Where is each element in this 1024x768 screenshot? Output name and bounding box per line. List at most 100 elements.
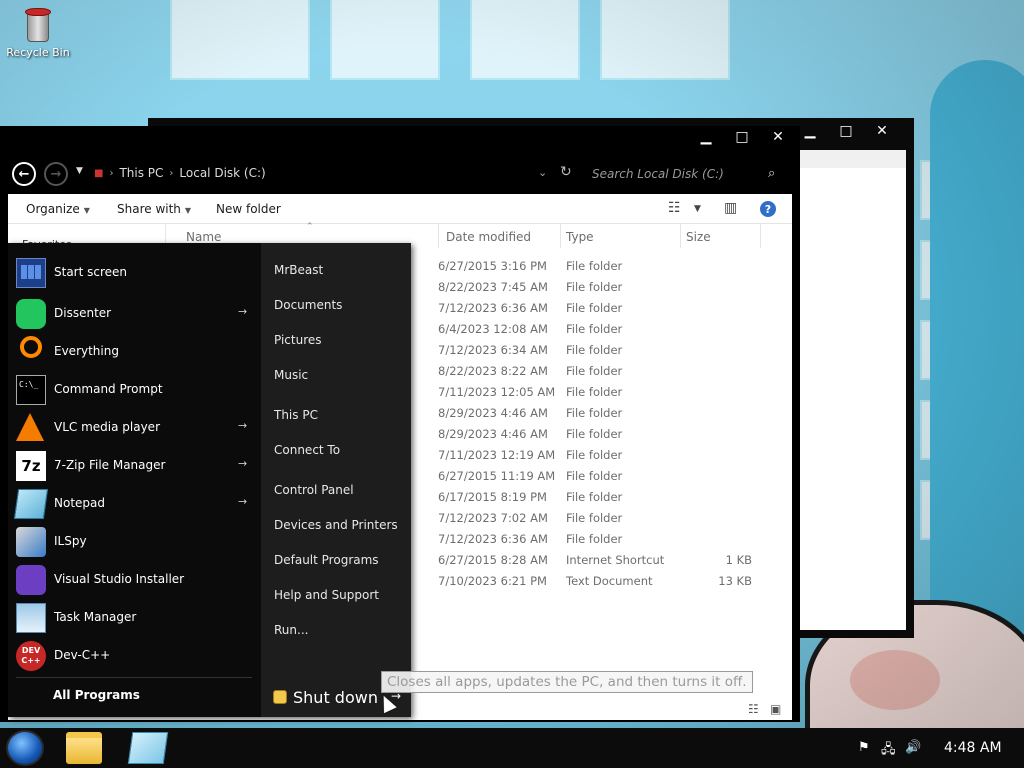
file-row[interactable]: 7/12/2023 6:36 AM File folder [438, 529, 778, 550]
type-cell: File folder [566, 280, 623, 294]
7zip-icon: 7z [16, 451, 46, 481]
breadcrumb-local-disk[interactable]: Local Disk (C:) [179, 166, 265, 180]
forward-button[interactable]: → [44, 162, 68, 186]
maximize-button[interactable]: □ [828, 120, 864, 142]
date-modified-cell: 6/27/2015 11:19 AM [438, 469, 556, 483]
file-row[interactable]: 8/29/2023 4:46 AM File folder [438, 424, 778, 445]
start-menu-item-7-zip-file-manager[interactable]: 7z 7-Zip File Manager → [12, 448, 256, 484]
new-folder-button[interactable]: New folder [216, 202, 281, 216]
start-menu-place-this-pc[interactable]: This PC [274, 408, 318, 422]
column-header-size[interactable]: Size [686, 230, 711, 244]
start-menu-item-label: Visual Studio Installer [54, 572, 185, 586]
breadcrumb-this-pc[interactable]: This PC [119, 166, 163, 180]
file-row[interactable]: 6/27/2015 8:28 AM Internet Shortcut 1 KB [438, 550, 778, 571]
change-view-icon[interactable]: ☷ [668, 200, 681, 216]
search-icon[interactable]: ⌕ [768, 166, 775, 181]
file-row[interactable]: 6/27/2015 3:16 PM File folder [438, 256, 778, 277]
start-menu-item-start-screen[interactable]: Start screen [12, 255, 256, 291]
preview-pane-icon[interactable]: ▥ [724, 200, 737, 216]
start-menu-item-everything[interactable]: Everything [12, 334, 256, 370]
maximize-button[interactable]: □ [724, 126, 760, 148]
file-row[interactable]: 8/22/2023 8:22 AM File folder [438, 361, 778, 382]
action-center-flag-icon[interactable]: ⚑ [858, 740, 870, 755]
share-with-button[interactable]: Share with ▼ [117, 202, 191, 216]
start-menu-place-help-and-support[interactable]: Help and Support [274, 588, 379, 602]
date-modified-cell: 7/11/2023 12:19 AM [438, 448, 556, 462]
network-icon[interactable]: 🖧 [881, 740, 896, 762]
jump-list-arrow-icon[interactable]: → [238, 495, 247, 508]
taskbar-clock[interactable]: 4:48 AM [944, 740, 1002, 756]
file-row[interactable]: 7/11/2023 12:19 AM File folder [438, 445, 778, 466]
file-row[interactable]: 7/10/2023 6:21 PM Text Document 13 KB [438, 571, 778, 592]
start-menu-place-devices-and-printers[interactable]: Devices and Printers [274, 518, 398, 532]
large-icons-view-icon[interactable]: ▣ [770, 702, 781, 716]
shut-down-button[interactable]: Shut down [273, 684, 378, 710]
start-menu-item-label: ILSpy [54, 534, 87, 548]
file-explorer-icon[interactable] [66, 732, 102, 764]
file-row[interactable]: 6/27/2015 11:19 AM File folder [438, 466, 778, 487]
volume-icon[interactable]: 🔊 [905, 740, 921, 755]
file-row[interactable]: 7/12/2023 7:02 AM File folder [438, 508, 778, 529]
recycle-bin-shortcut[interactable]: Recycle Bin [6, 6, 70, 59]
jump-list-arrow-icon[interactable]: → [238, 419, 247, 432]
refresh-icon[interactable]: ↻ [560, 164, 572, 180]
start-menu-place-default-programs[interactable]: Default Programs [274, 553, 379, 567]
start-menu-place-pictures[interactable]: Pictures [274, 333, 322, 347]
start-orb-button[interactable] [6, 730, 44, 766]
start-menu-item-ilspy[interactable]: ILSpy [12, 524, 256, 560]
jump-list-arrow-icon[interactable]: → [238, 457, 247, 470]
size-cell: 13 KB [718, 574, 752, 588]
close-button[interactable]: ✕ [760, 126, 796, 148]
start-menu-item-notepad[interactable]: Notepad → [12, 486, 256, 522]
start-menu-item-label: Task Manager [54, 610, 137, 624]
file-row[interactable]: 7/12/2023 6:36 AM File folder [438, 298, 778, 319]
start-menu-item-visual-studio-installer[interactable]: Visual Studio Installer [12, 562, 256, 598]
date-modified-cell: 7/11/2023 12:05 AM [438, 385, 556, 399]
start-menu-place-connect-to[interactable]: Connect To [274, 443, 340, 457]
visual-studio-installer-icon [16, 565, 46, 595]
help-icon[interactable]: ? [760, 201, 776, 217]
start-menu-item-dev-c[interactable]: DEV C++ Dev-C++ [12, 638, 256, 674]
start-menu-item-label: VLC media player [54, 420, 161, 434]
address-dropdown-icon[interactable]: ⌄ [538, 166, 547, 179]
column-header-date-modified[interactable]: Date modified [446, 230, 531, 244]
start-menu-item-dissenter[interactable]: Dissenter → [12, 296, 256, 332]
everything-search-icon [20, 336, 42, 358]
minimize-button[interactable]: ▁ [688, 126, 724, 148]
start-menu-place-control-panel[interactable]: Control Panel [274, 483, 354, 497]
type-cell: File folder [566, 469, 623, 483]
start-menu: Start screen Dissenter → Everything C:\_ Comm… [8, 243, 411, 717]
file-row[interactable]: 6/4/2023 12:08 AM File folder [438, 319, 778, 340]
file-row[interactable]: 6/17/2015 8:19 PM File folder [438, 487, 778, 508]
file-row[interactable]: 7/12/2023 6:34 AM File folder [438, 340, 778, 361]
search-input[interactable] [584, 160, 790, 188]
file-row[interactable]: 8/22/2023 7:45 AM File folder [438, 277, 778, 298]
column-header-name[interactable]: Name [186, 230, 221, 244]
start-menu-place-documents[interactable]: Documents [274, 298, 342, 312]
background-window-caption-buttons: ▁ □ ✕ [792, 120, 900, 142]
file-row[interactable]: 7/11/2023 12:05 AM File folder [438, 382, 778, 403]
start-menu-item-vlc-media-player[interactable]: VLC media player → [12, 410, 256, 446]
start-menu-item-command-prompt[interactable]: C:\_ Command Prompt [12, 372, 256, 408]
recycle-bin-icon [23, 6, 53, 44]
chevron-down-icon: ▼ [184, 206, 192, 215]
organize-button[interactable]: Organize ▼ [26, 202, 90, 216]
start-menu-place-mrbeast[interactable]: MrBeast [274, 263, 323, 277]
start-menu-item-label: Everything [54, 344, 119, 358]
details-view-icon[interactable]: ☷ [748, 702, 759, 716]
column-header-type[interactable]: Type [566, 230, 594, 244]
start-menu-place-run[interactable]: Run... [274, 623, 308, 637]
start-menu-programs-list: Start screen Dissenter → Everything C:\_ Comm… [8, 243, 261, 717]
date-modified-cell: 6/17/2015 8:19 PM [438, 490, 547, 504]
back-button[interactable]: ← [12, 162, 36, 186]
notepad-icon[interactable] [127, 732, 169, 764]
close-button[interactable]: ✕ [864, 120, 900, 142]
view-options-chevron-icon[interactable]: ▼ [694, 204, 701, 214]
type-cell: File folder [566, 511, 623, 525]
start-menu-item-task-manager[interactable]: Task Manager [12, 600, 256, 636]
jump-list-arrow-icon[interactable]: → [238, 305, 247, 318]
all-programs-button[interactable]: All Programs [53, 688, 140, 702]
start-menu-place-music[interactable]: Music [274, 368, 308, 382]
type-cell: File folder [566, 448, 623, 462]
file-row[interactable]: 8/29/2023 4:46 AM File folder [438, 403, 778, 424]
